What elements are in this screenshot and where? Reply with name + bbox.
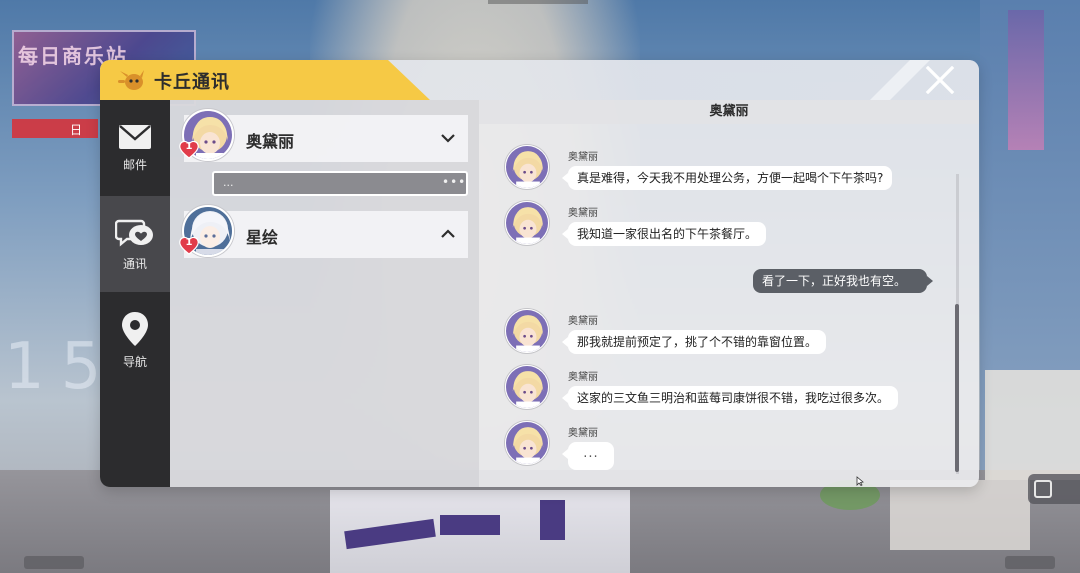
avatar (505, 201, 549, 245)
chat-area: 奥黛丽 奥黛丽 真是难得，今天我不用处理公务，方便一起喝个下午茶吗? 奥黛丽 我… (479, 100, 979, 487)
side-menu-icon (1034, 480, 1052, 498)
message-bubble: 那我就提前预定了，挑了个不错的靠窗位置。 (568, 330, 827, 354)
avatar (505, 421, 549, 465)
bubble-tail (927, 276, 933, 286)
panel-header: 卡丘通讯 (100, 60, 979, 100)
chevron-down-icon (441, 134, 455, 143)
typing-indicator: ... (568, 442, 614, 470)
more-icon: ••• (442, 175, 467, 189)
unread-count: 1 (185, 141, 193, 152)
scrollbar-thumb[interactable] (955, 304, 959, 472)
my-message-bubble: 看了一下，正好我也有空。 (753, 269, 927, 293)
sidebar-item-chat[interactable]: 通讯 (100, 196, 170, 292)
message-bubble: 我知道一家很出名的下午茶餐厅。 (568, 222, 767, 246)
comm-panel: 卡丘通讯 邮件 通讯 导航 1 奥黛丽 ... ••• 1 星绘 奥黛丽 奥黛丽… (100, 60, 979, 487)
sidebar-item-label: 邮件 (122, 157, 147, 172)
top-bar (488, 0, 588, 4)
message-sender: 奥黛丽 (568, 428, 598, 439)
title-tab (100, 60, 430, 100)
background-poster (1008, 10, 1044, 150)
background-belt (540, 500, 565, 540)
background-belt (440, 515, 500, 535)
reply-option-text: ... (223, 176, 234, 189)
reply-option[interactable]: ... ••• (212, 171, 468, 196)
close-icon (925, 66, 955, 94)
event-red-bar-text: 日 (70, 123, 83, 137)
contact-name: 奥黛丽 (246, 132, 295, 151)
chevron-up-icon (441, 229, 455, 238)
avatar (505, 309, 549, 353)
window-title: 卡丘通讯 (154, 72, 230, 93)
location-pin-icon (122, 311, 148, 346)
message-sender: 奥黛丽 (568, 152, 598, 163)
sidebar: 邮件 通讯 导航 (100, 100, 170, 487)
message-sender: 奥黛丽 (568, 372, 598, 383)
mail-icon (119, 124, 151, 149)
sidebar-item-mail[interactable]: 邮件 (100, 100, 170, 196)
chat-header: 奥黛丽 (479, 100, 979, 124)
mouse-cursor-icon (856, 476, 864, 486)
event-red-bar (12, 119, 98, 138)
bottom-right-chip (1005, 556, 1055, 569)
message-sender: 奥黛丽 (568, 316, 598, 327)
sidebar-item-label: 导航 (122, 354, 147, 369)
background-shelf (985, 370, 1080, 480)
chat-icon (115, 219, 153, 247)
background-chair (890, 480, 1030, 550)
contact-name: 星绘 (246, 228, 279, 247)
avatar (505, 365, 549, 409)
unread-count: 1 (185, 237, 193, 248)
contact-audrey[interactable]: 1 奥黛丽 (179, 109, 468, 162)
contact-list: 1 奥黛丽 ... ••• 1 星绘 (170, 100, 479, 487)
sidebar-item-label: 通讯 (122, 256, 147, 271)
avatar (505, 145, 549, 189)
message-bubble: 真是难得，今天我不用处理公务，方便一起喝个下午茶吗? (568, 166, 893, 190)
message-sender: 奥黛丽 (568, 208, 598, 219)
kachu-logo-icon (118, 70, 144, 90)
close-button[interactable] (918, 62, 962, 98)
message-bubble: 这家的三文鱼三明治和蓝莓司康饼很不错，我吃过很多次。 (568, 386, 899, 410)
sidebar-item-navigation[interactable]: 导航 (100, 292, 170, 388)
bottom-left-chip (24, 556, 84, 569)
contact-xinghui[interactable]: 1 星绘 (179, 205, 468, 258)
